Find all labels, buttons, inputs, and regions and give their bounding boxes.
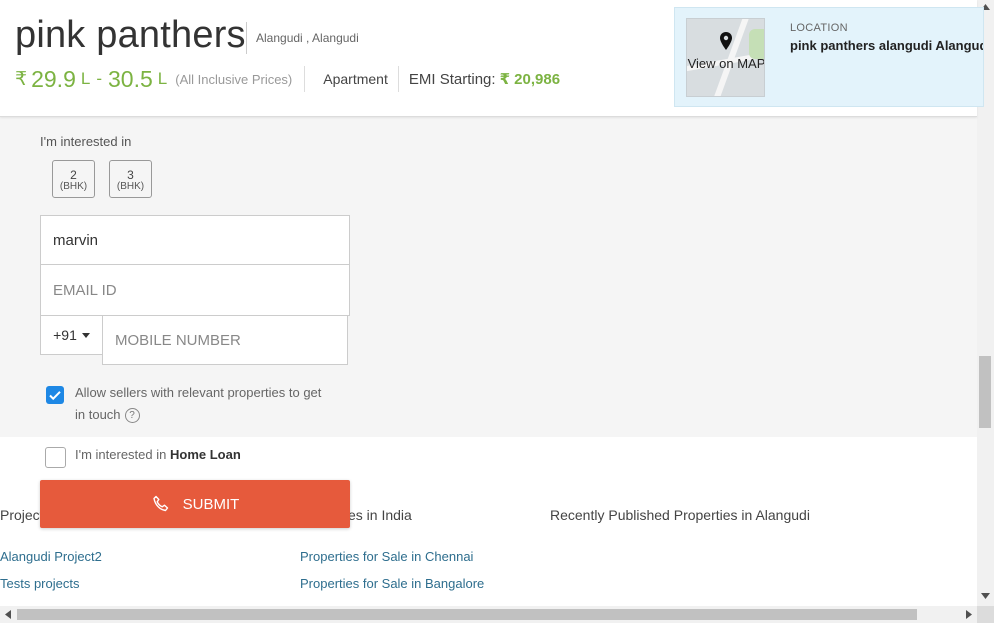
country-code-value: +91	[53, 327, 77, 343]
allow-sellers-checkbox[interactable]	[46, 386, 64, 404]
footer-link[interactable]: Tests projects	[0, 576, 79, 591]
price-separator: -	[96, 69, 102, 88]
scroll-right-arrow-icon[interactable]	[966, 610, 972, 619]
location-label: LOCATION	[790, 22, 848, 34]
footer-link[interactable]: Properties for Sale in Bangalore	[300, 576, 484, 591]
home-loan-label: I'm interested in Home Loan	[75, 444, 241, 466]
emi-label: EMI Starting:	[408, 70, 496, 88]
property-type: Apartment	[323, 71, 388, 87]
scroll-down-arrow-icon[interactable]	[981, 593, 990, 599]
name-input[interactable]	[41, 216, 349, 264]
bhk-option-2[interactable]: 2 (BHK)	[52, 160, 95, 198]
vertical-scrollbar-thumb[interactable]	[979, 356, 991, 428]
bhk-number: 3	[127, 168, 134, 182]
price-note: (All Inclusive Prices)	[175, 71, 293, 87]
divider	[304, 66, 306, 92]
price-max-unit: L	[157, 69, 168, 88]
price-min-unit: L	[80, 69, 91, 88]
country-code-select[interactable]: +91	[40, 315, 102, 355]
footer-link[interactable]: Alangudi Project2	[0, 549, 102, 564]
email-field-wrapper	[40, 264, 350, 316]
allow-sellers-label: Allow sellers with relevant properties t…	[75, 385, 322, 422]
bhk-option-3[interactable]: 3 (BHK)	[109, 160, 152, 198]
checkmark-icon	[49, 391, 61, 401]
view-on-map-button[interactable]: View on MAP	[686, 18, 765, 97]
scroll-left-arrow-icon[interactable]	[5, 610, 11, 619]
footer-link[interactable]: Properties for Sale in Chennai	[300, 549, 473, 564]
bhk-number: 2	[70, 168, 77, 182]
footer-heading-projects: Project	[0, 507, 44, 523]
footer-heading-recent: Recently Published Properties in Alangud…	[550, 507, 810, 523]
title-divider	[246, 22, 247, 54]
bhk-unit: (BHK)	[116, 181, 145, 192]
submit-button[interactable]: SUBMIT	[40, 480, 350, 528]
mobile-input[interactable]	[103, 316, 347, 364]
map-pin-icon	[720, 32, 732, 50]
rupee-symbol: ₹	[15, 68, 28, 90]
horizontal-scrollbar-thumb[interactable]	[17, 609, 917, 620]
email-input[interactable]	[41, 265, 349, 315]
caret-down-icon	[81, 332, 90, 338]
price-min: 29.9	[31, 65, 76, 92]
project-locality: Alangudi , Alangudi	[256, 31, 359, 45]
location-value: pink panthers alangudi Alangudi	[790, 38, 984, 53]
question-circle-icon[interactable]: ?	[124, 408, 140, 424]
scrollbar-corner	[977, 606, 994, 623]
home-loan-prefix: I'm interested in	[75, 447, 167, 462]
name-field-wrapper	[40, 215, 350, 265]
project-header: pink panthers Alangudi , Alangudi ₹ 29.9…	[0, 0, 984, 117]
mobile-field-wrapper	[102, 315, 348, 365]
phone-icon	[152, 495, 168, 512]
price-row: ₹ 29.9 L - 30.5 L (All Inclusive Prices)…	[15, 64, 560, 94]
submit-label: SUBMIT	[182, 495, 240, 513]
divider	[397, 66, 399, 92]
view-on-map-label: View on MAP	[687, 56, 765, 71]
project-title: pink panthers	[15, 14, 246, 56]
emi-value: ₹ 20,986	[499, 71, 561, 88]
allow-sellers-text-wrapper: Allow sellers with relevant properties t…	[75, 382, 335, 426]
interest-label: I'm interested in	[40, 134, 132, 149]
footer-heading-india: es in India	[348, 507, 412, 523]
home-loan-checkbox[interactable]	[45, 447, 66, 468]
map-park	[749, 29, 764, 59]
price-max: 30.5	[108, 65, 153, 92]
home-loan-bold: Home Loan	[169, 447, 241, 462]
location-panel: View on MAP LOCATION pink panthers alang…	[674, 7, 984, 107]
bhk-unit: (BHK)	[59, 181, 88, 192]
contact-form: I'm interested in 2 (BHK) 3 (BHK) +91 Al…	[0, 117, 977, 437]
